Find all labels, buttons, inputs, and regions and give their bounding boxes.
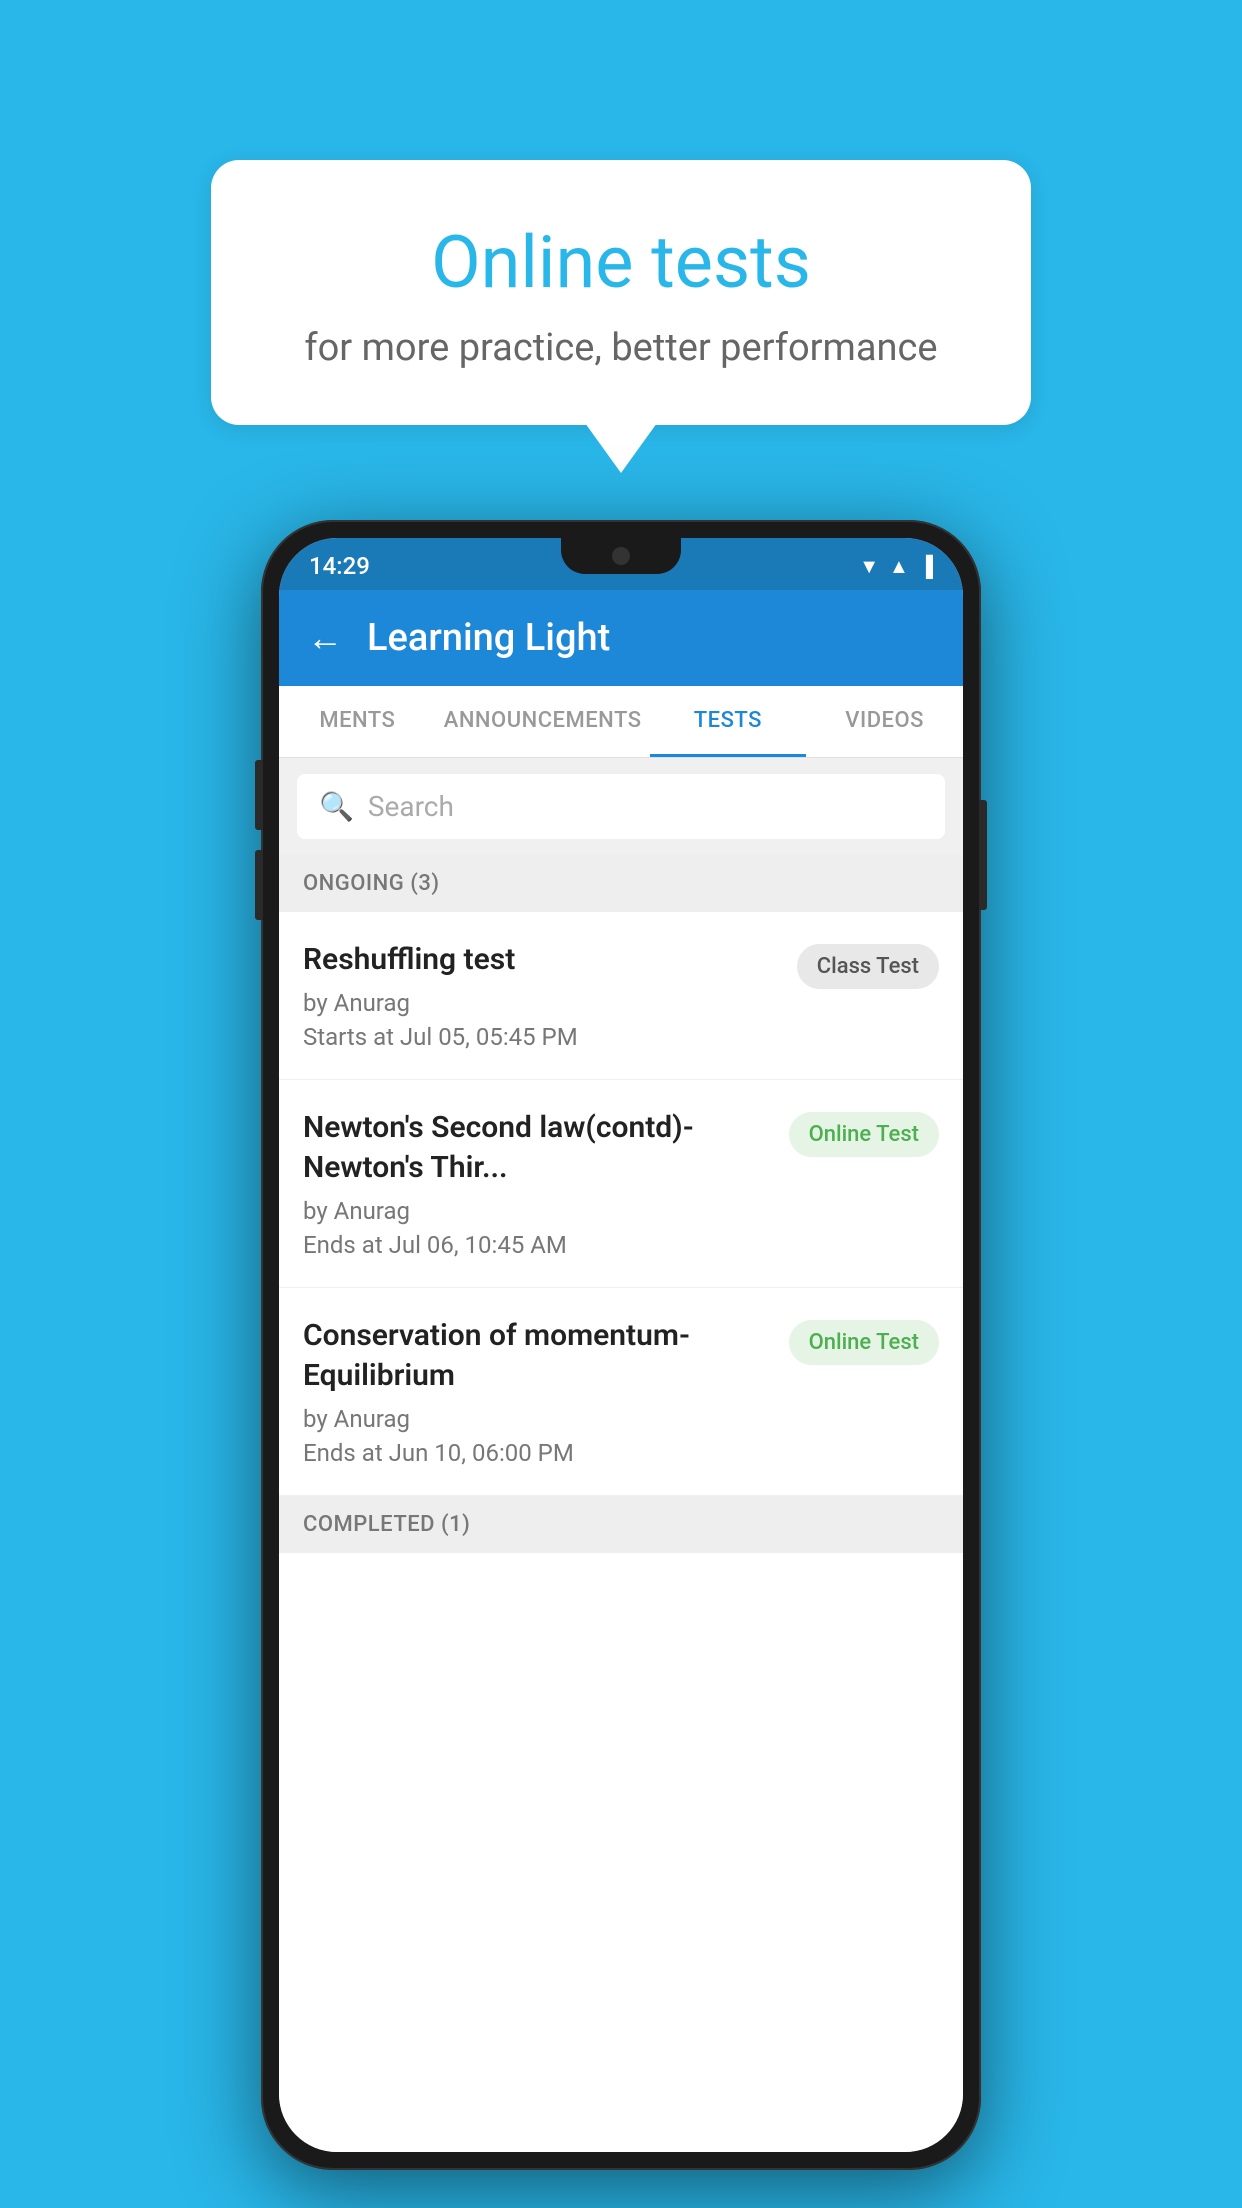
app-bar-title: Learning Light: [367, 616, 610, 660]
test-author: by Anurag: [303, 989, 781, 1017]
camera-dot: [612, 547, 630, 565]
phone-frame: 14:29 ▼ ▲ ▐ ← Learning Light MENTS ANNOU…: [261, 520, 981, 2170]
speech-bubble-subtitle: for more practice, better performance: [291, 326, 951, 370]
ongoing-section-header: ONGOING (3): [279, 855, 963, 912]
test-item[interactable]: Reshuffling test by Anurag Starts at Jul…: [279, 912, 963, 1080]
test-author: by Anurag: [303, 1197, 773, 1225]
status-icons: ▼ ▲ ▐: [859, 554, 933, 579]
test-info: Newton's Second law(contd)-Newton's Thir…: [303, 1108, 773, 1259]
tab-videos[interactable]: VIDEOS: [806, 686, 963, 757]
signal-icon: ▲: [889, 554, 909, 579]
phone-screen: 14:29 ▼ ▲ ▐ ← Learning Light MENTS ANNOU…: [279, 538, 963, 2152]
search-placeholder: Search: [368, 790, 454, 823]
search-bar[interactable]: 🔍 Search: [297, 774, 945, 839]
speech-bubble-container: Online tests for more practice, better p…: [211, 160, 1031, 425]
test-info: Conservation of momentum-Equilibrium by …: [303, 1316, 773, 1467]
test-info: Reshuffling test by Anurag Starts at Jul…: [303, 940, 781, 1051]
app-bar: ← Learning Light: [279, 590, 963, 686]
tabs-container: MENTS ANNOUNCEMENTS TESTS VIDEOS: [279, 686, 963, 758]
volume-down-button[interactable]: [255, 850, 263, 920]
power-button[interactable]: [979, 800, 987, 910]
speech-bubble: Online tests for more practice, better p…: [211, 160, 1031, 425]
test-title: Newton's Second law(contd)-Newton's Thir…: [303, 1108, 773, 1189]
test-badge-online-2: Online Test: [789, 1320, 939, 1365]
test-date: Ends at Jun 10, 06:00 PM: [303, 1439, 773, 1467]
completed-section-header: COMPLETED (1): [279, 1496, 963, 1553]
phone-container: 14:29 ▼ ▲ ▐ ← Learning Light MENTS ANNOU…: [261, 520, 981, 2170]
test-badge-online: Online Test: [789, 1112, 939, 1157]
test-date: Starts at Jul 05, 05:45 PM: [303, 1023, 781, 1051]
test-date: Ends at Jul 06, 10:45 AM: [303, 1231, 773, 1259]
tab-announcements[interactable]: ANNOUNCEMENTS: [436, 686, 650, 757]
wifi-icon: ▼: [859, 554, 879, 579]
battery-icon: ▐: [919, 554, 933, 579]
test-badge-class: Class Test: [797, 944, 939, 989]
tab-tests[interactable]: TESTS: [650, 686, 807, 757]
status-time: 14:29: [309, 552, 370, 580]
phone-notch: [561, 538, 681, 574]
test-title: Reshuffling test: [303, 940, 781, 981]
volume-up-button[interactable]: [255, 760, 263, 830]
test-title: Conservation of momentum-Equilibrium: [303, 1316, 773, 1397]
test-item[interactable]: Newton's Second law(contd)-Newton's Thir…: [279, 1080, 963, 1288]
speech-bubble-title: Online tests: [291, 220, 951, 306]
test-item[interactable]: Conservation of momentum-Equilibrium by …: [279, 1288, 963, 1496]
search-bar-container: 🔍 Search: [279, 758, 963, 855]
search-icon: 🔍: [319, 790, 354, 823]
tests-list: Reshuffling test by Anurag Starts at Jul…: [279, 912, 963, 2152]
back-button[interactable]: ←: [307, 617, 343, 659]
tab-ments[interactable]: MENTS: [279, 686, 436, 757]
test-author: by Anurag: [303, 1405, 773, 1433]
